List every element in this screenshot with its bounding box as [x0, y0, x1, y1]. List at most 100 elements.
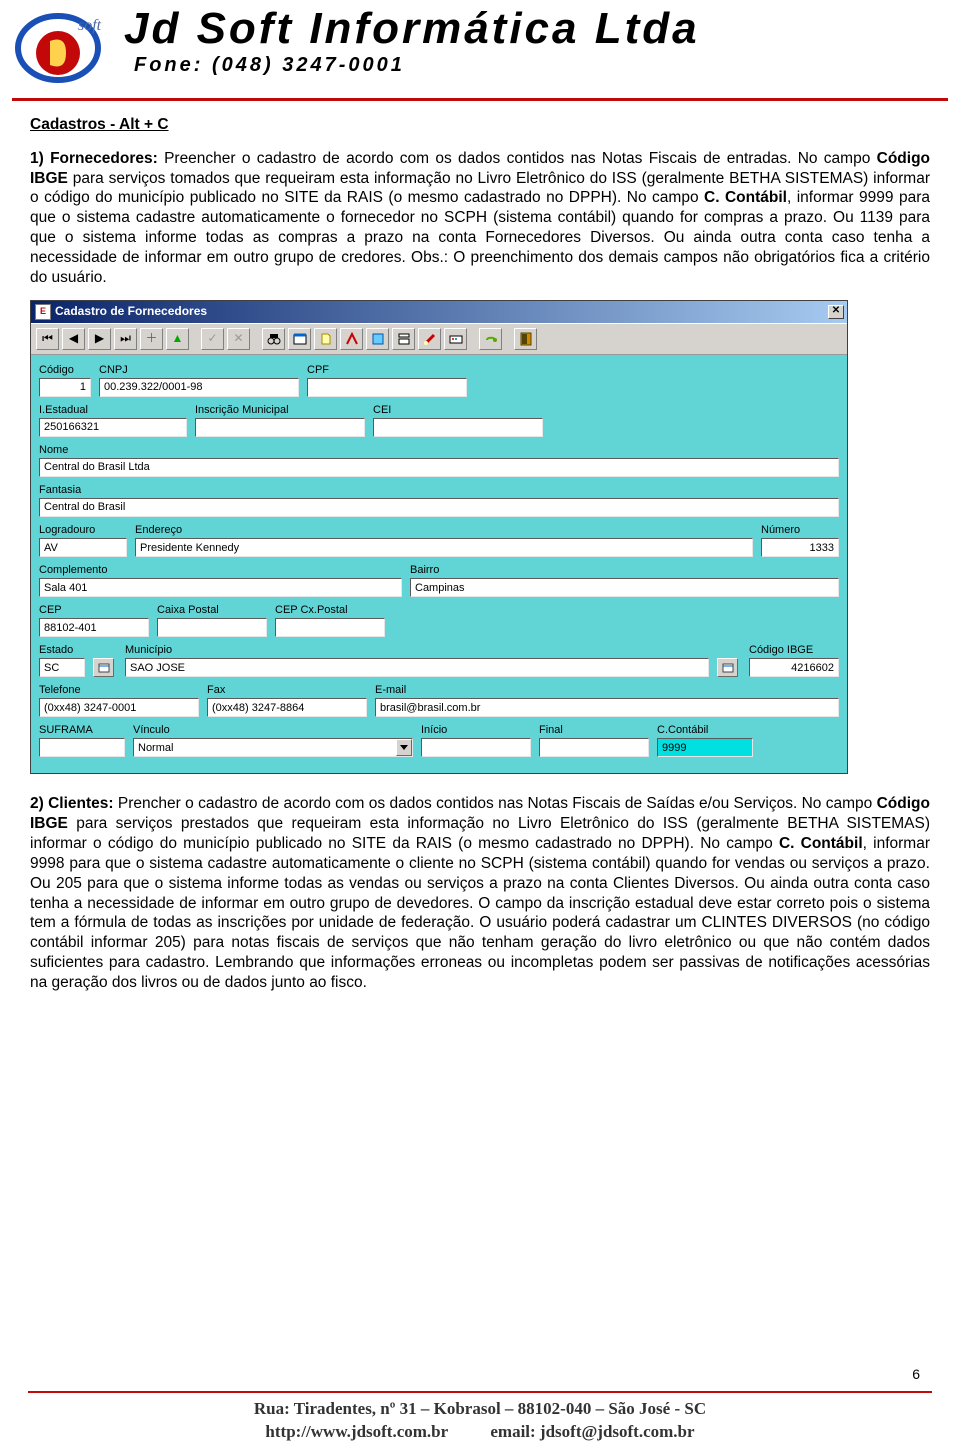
label-cepcx: CEP Cx.Postal	[275, 603, 385, 617]
toolbar: ⏮ ◀ ▶ ⏭ ＋ ▲ ✓ ✕	[31, 323, 847, 355]
label-inicio: Início	[421, 723, 531, 737]
para2-b2: C. Contábil	[779, 835, 863, 852]
company-name: Jd Soft Informática Ltda	[124, 6, 948, 52]
toolbar-search-button[interactable]	[262, 328, 285, 350]
form-body: Código CNPJ CPF I.Estadual In	[31, 355, 847, 774]
input-ccontabil[interactable]	[657, 738, 753, 757]
toolbar-tool5-button[interactable]	[392, 328, 415, 350]
label-fantasia: Fantasia	[39, 483, 839, 497]
label-bairro: Bairro	[410, 563, 839, 577]
input-numero[interactable]	[761, 538, 839, 557]
input-cnpj[interactable]	[99, 378, 299, 397]
label-municipio: Município	[125, 643, 709, 657]
vinculo-dropdown-button[interactable]	[396, 739, 412, 756]
label-final: Final	[539, 723, 649, 737]
input-suframa[interactable]	[39, 738, 125, 757]
input-iestadual[interactable]	[39, 418, 187, 437]
window-close-button[interactable]: ✕	[828, 305, 844, 319]
input-cei[interactable]	[373, 418, 543, 437]
label-cpf: CPF	[307, 363, 467, 377]
input-complemento[interactable]	[39, 578, 402, 597]
window-titlebar: E Cadastro de Fornecedores ✕	[31, 301, 847, 323]
toolbar-tool6-button[interactable]	[418, 328, 441, 350]
label-inscmun: Inscrição Municipal	[195, 403, 365, 417]
page-header: soft Jd Soft Informática Ltda Fone: (048…	[0, 0, 960, 98]
input-bairro[interactable]	[410, 578, 839, 597]
para1-t1: Preencher o cadastro de acordo com os da…	[158, 150, 877, 167]
lookup-icon	[722, 662, 734, 674]
toolbar-prev-button[interactable]: ◀	[62, 328, 85, 350]
svg-text:soft: soft	[78, 17, 102, 34]
label-estado: Estado	[39, 643, 85, 657]
label-endereco: Endereço	[135, 523, 753, 537]
label-iestadual: I.Estadual	[39, 403, 187, 417]
input-telefone[interactable]	[39, 698, 199, 717]
toolbar-confirm-button[interactable]: ✓	[201, 328, 224, 350]
toolbar-add-button[interactable]: ＋	[140, 328, 163, 350]
label-suframa: SUFRAMA	[39, 723, 125, 737]
toolbar-first-button[interactable]: ⏮	[36, 328, 59, 350]
toolbar-tool1-button[interactable]	[288, 328, 311, 350]
page-footer: Rua: Tiradentes, nº 31 – Kobrasol – 8810…	[0, 1391, 960, 1444]
input-final[interactable]	[539, 738, 649, 757]
footer-address: Rua: Tiradentes, nº 31 – Kobrasol – 8810…	[0, 1398, 960, 1421]
toolbar-tool2-button[interactable]	[314, 328, 337, 350]
para1-b2: C. Contábil	[704, 189, 787, 206]
input-vinculo[interactable]	[133, 738, 413, 757]
label-cei: CEI	[373, 403, 543, 417]
input-cepcxpostal[interactable]	[275, 618, 385, 637]
label-complemento: Complemento	[39, 563, 402, 577]
window-app-icon: E	[35, 304, 51, 320]
label-cnpj: CNPJ	[99, 363, 299, 377]
input-municipio[interactable]	[125, 658, 709, 677]
door-icon	[519, 332, 533, 346]
toolbar-cancel-button[interactable]: ✕	[227, 328, 250, 350]
para2-t3: , informar 9998 para que o sistema cadas…	[30, 835, 930, 991]
input-codigoibge[interactable]	[749, 658, 839, 677]
input-nome[interactable]	[39, 458, 839, 477]
input-logradouro[interactable]	[39, 538, 127, 557]
label-codibge: Código IBGE	[749, 643, 839, 657]
label-cep: CEP	[39, 603, 149, 617]
input-endereco[interactable]	[135, 538, 753, 557]
input-fax[interactable]	[207, 698, 367, 717]
input-estado[interactable]	[39, 658, 85, 677]
toolbar-next-button[interactable]: ▶	[88, 328, 111, 350]
lookup-icon	[98, 662, 110, 674]
form-window-cadastro-fornecedores: E Cadastro de Fornecedores ✕ ⏮ ◀ ▶ ⏭ ＋ ▲…	[30, 300, 848, 775]
toolbar-last-button[interactable]: ⏭	[114, 328, 137, 350]
toolbar-exit-button[interactable]	[514, 328, 537, 350]
binoculars-icon	[267, 332, 281, 346]
label-fax: Fax	[207, 683, 367, 697]
label-nome: Nome	[39, 443, 839, 457]
toolbar-tool8-button[interactable]	[479, 328, 502, 350]
label-codigo: Código	[39, 363, 91, 377]
footer-email: email: jdsoft@jdsoft.com.br	[490, 1422, 694, 1441]
input-inscmun[interactable]	[195, 418, 365, 437]
label-email: E-mail	[375, 683, 839, 697]
page-body: Cadastros - Alt + C 1) Fornecedores: Pre…	[0, 101, 960, 1011]
paragraph-fornecedores: 1) Fornecedores: Preencher o cadastro de…	[30, 149, 930, 288]
label-numero: Número	[761, 523, 839, 537]
input-inicio[interactable]	[421, 738, 531, 757]
toolbar-remove-button[interactable]: ▲	[166, 328, 189, 350]
toolbar-tool4-button[interactable]	[366, 328, 389, 350]
label-vinculo: Vínculo	[133, 723, 413, 737]
input-caixapostal[interactable]	[157, 618, 267, 637]
label-logradouro: Logradouro	[39, 523, 127, 537]
toolbar-tool7-button[interactable]	[444, 328, 467, 350]
para1-lead: 1) Fornecedores:	[30, 150, 158, 167]
input-email[interactable]	[375, 698, 839, 717]
footer-url: http://www.jdsoft.com.br	[265, 1422, 447, 1441]
input-codigo[interactable]	[39, 378, 91, 397]
estado-lookup-button[interactable]	[93, 658, 114, 677]
company-phone: Fone: (048) 3247-0001	[134, 54, 948, 77]
logo-icon: soft	[8, 8, 108, 92]
footer-divider	[28, 1391, 932, 1393]
municipio-lookup-button[interactable]	[717, 658, 738, 677]
input-cpf[interactable]	[307, 378, 467, 397]
section-title: Cadastros - Alt + C	[30, 115, 930, 135]
input-fantasia[interactable]	[39, 498, 839, 517]
toolbar-tool3-button[interactable]	[340, 328, 363, 350]
input-cep[interactable]	[39, 618, 149, 637]
